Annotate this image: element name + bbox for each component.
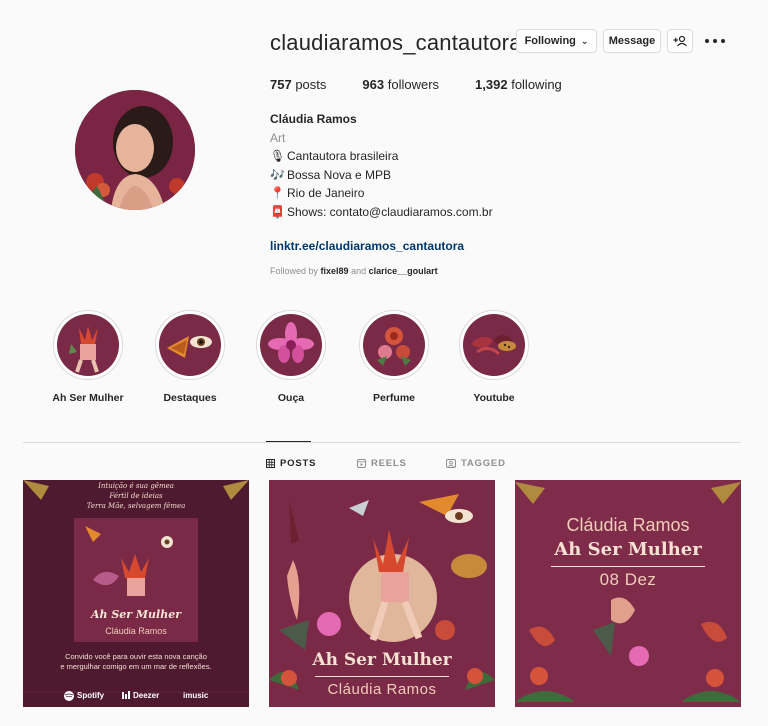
reels-icon — [357, 459, 366, 468]
followed-by: Followed by fixel89 and clarice__goulart — [270, 266, 438, 276]
followed-by-user[interactable]: fixel89 — [321, 266, 349, 276]
post-divider — [315, 676, 449, 677]
following-count[interactable]: 1,392 following — [475, 77, 562, 92]
suggested-users-button[interactable] — [667, 29, 693, 53]
highlight-label: Ah Ser Mulher — [52, 392, 124, 404]
highlight-cover — [471, 335, 516, 356]
tab-reels[interactable]: REELS — [357, 458, 407, 469]
bio-line: 🎙 Cantautora brasileira — [270, 147, 493, 166]
bio-line: 📮 Shows: contato@claudiaramos.com.br — [270, 203, 493, 222]
music-notes-icon: 🎶 — [270, 167, 285, 182]
post-service: imusic — [183, 691, 209, 700]
post-invite-line: Convido você para ouvir esta nova canção — [65, 652, 207, 661]
post-divider — [551, 566, 705, 567]
post-title: Ah Ser Mulher — [554, 539, 702, 560]
highlight-cover — [268, 322, 314, 363]
post-image — [269, 480, 495, 707]
active-tab-indicator — [266, 441, 311, 442]
avatar-portrait — [75, 90, 195, 210]
add-user-icon — [673, 35, 687, 47]
bio-line: 📍 Rio de Janeiro — [270, 184, 493, 203]
post-image — [23, 480, 249, 707]
pin-icon: 📍 — [270, 186, 285, 200]
post-poem-line: Intuição é sua gêmea — [98, 482, 174, 490]
following-button-label: Following — [524, 35, 576, 47]
mailbox-icon: 📮 — [270, 204, 285, 219]
highlight-cover — [167, 336, 212, 358]
microphone-icon: 🎙 — [270, 149, 286, 163]
chevron-down-icon: ⌄ — [580, 35, 589, 46]
post-tile[interactable]: Intuição é sua gêmea Fértil de ideias Te… — [23, 480, 249, 707]
profile-stats: 757 posts 963 followers 1,392 following — [270, 77, 598, 92]
profile-link[interactable]: linktr.ee/claudiaramos_cantautora — [270, 239, 464, 253]
message-button[interactable]: Message — [603, 29, 661, 53]
highlight-ah-ser-mulher[interactable]: Ah Ser Mulher — [43, 310, 133, 404]
more-options-icon[interactable] — [705, 33, 725, 49]
followers-count[interactable]: 963 followers — [362, 77, 439, 92]
highlight-cover — [69, 326, 99, 373]
following-button[interactable]: Following ⌄ — [516, 29, 597, 53]
profile-avatar[interactable] — [75, 90, 195, 210]
post-service: Deezer — [133, 691, 160, 700]
highlight-ouca[interactable]: Ouça — [246, 310, 336, 404]
post-service: Spotify — [77, 691, 105, 700]
post-title: Ah Ser Mulher — [312, 650, 452, 670]
post-invite-line: e mergulhar comigo em um mar de reflexõe… — [60, 662, 212, 671]
tab-posts[interactable]: POSTS — [266, 458, 316, 469]
post-date: 08 Dez — [599, 570, 657, 589]
post-poem-line: Terra Mãe, selvagem fêmea — [86, 502, 186, 510]
grid-icon — [266, 459, 275, 468]
highlight-label: Youtube — [473, 392, 515, 404]
tab-tagged[interactable]: TAGGED — [446, 458, 506, 469]
highlight-destaques[interactable]: Destaques — [145, 310, 235, 404]
highlight-perfume[interactable]: Perfume — [349, 310, 439, 404]
post-artist: Cláudia Ramos — [327, 681, 437, 698]
highlight-youtube[interactable]: Youtube — [449, 310, 539, 404]
profile-username: claudiaramos_cantautora — [270, 30, 522, 55]
profile-category: Art — [270, 130, 286, 145]
posts-count[interactable]: 757 posts — [270, 77, 326, 92]
highlight-label: Ouça — [277, 392, 305, 404]
bio-line: 🎶 Bossa Nova e MPB — [270, 166, 493, 185]
highlight-label: Destaques — [163, 392, 217, 404]
tagged-icon — [446, 459, 456, 468]
highlight-cover — [377, 327, 411, 366]
post-title: Ah Ser Mulher — [90, 608, 182, 621]
tabs-divider — [23, 442, 741, 443]
post-poem-line: Fértil de ideias — [109, 492, 163, 500]
post-artist: Cláudia Ramos — [566, 515, 690, 535]
highlight-label: Perfume — [372, 392, 415, 404]
post-artist: Cláudia Ramos — [105, 626, 167, 636]
profile-bio: Cláudia Ramos Art 🎙 Cantautora brasileira… — [270, 110, 493, 221]
post-tile[interactable]: Ah Ser Mulher Cláudia Ramos — [269, 480, 495, 707]
followed-by-user[interactable]: clarice__goulart — [369, 266, 438, 276]
profile-full-name: Cláudia Ramos — [270, 112, 357, 126]
post-tile[interactable]: Cláudia Ramos Ah Ser Mulher 08 Dez — [515, 480, 741, 707]
